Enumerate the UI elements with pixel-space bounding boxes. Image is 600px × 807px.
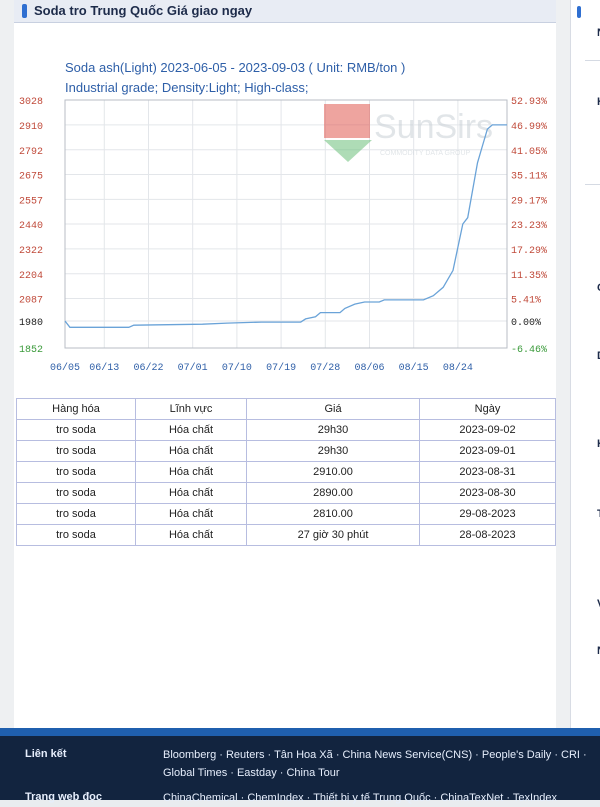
x-tick-label: 07/10 (222, 362, 252, 374)
x-tick-label: 07/01 (178, 362, 208, 374)
cell-sector: Hóa chất (135, 461, 247, 483)
y-tick-label-left: 2557 (19, 196, 43, 207)
table-header-row: Hàng hóa Lĩnh vực Giá Ngày (16, 398, 556, 420)
y-tick-label-left: 2675 (19, 171, 43, 182)
x-tick-label: 08/24 (443, 362, 473, 374)
col-header-commodity: Hàng hóa (16, 398, 136, 420)
cell-price: 2910.00 (246, 461, 420, 483)
cell-commodity: tro soda (16, 440, 136, 462)
cell-price: 29h30 (246, 440, 420, 462)
cell-date: 2023-08-30 (419, 482, 556, 504)
sidebar-divider (585, 184, 600, 185)
x-tick-label: 07/19 (266, 362, 296, 374)
x-tick-label: 06/05 (50, 362, 80, 374)
cell-commodity: tro soda (16, 503, 136, 525)
cell-date: 2023-09-02 (419, 419, 556, 441)
cell-commodity: tro soda (16, 419, 136, 441)
y-tick-label-right: 52.93% (511, 97, 547, 108)
sidebar-marker-icon (577, 6, 581, 18)
y-tick-label-right: 46.99% (511, 122, 547, 133)
cell-commodity: tro soda (16, 461, 136, 483)
watermark-tagline: COMMODITY DATA GROUP (380, 150, 471, 157)
y-tick-label-left: 1980 (19, 318, 43, 329)
cell-commodity: tro soda (16, 524, 136, 546)
table-row: tro soda Hóa chất 2910.00 2023-08-31 (16, 461, 556, 483)
y-tick-label-left: 2440 (19, 221, 43, 232)
cell-date: 29-08-2023 (419, 503, 556, 525)
page-title: Soda tro Trung Quốc Giá giao ngay (34, 3, 253, 18)
logo-block-icon (324, 104, 370, 138)
price-chart: SunSirs COMMODITY DATA GROUP 3028 52.93% 2… (19, 97, 547, 374)
col-header-date: Ngày (419, 398, 556, 420)
footer-links-line[interactable]: Bloomberg · Reuters · Tân Hoa Xã · China… (163, 746, 593, 764)
cell-price: 27 giờ 30 phút (246, 524, 420, 546)
cell-sector: Hóa chất (135, 482, 247, 504)
cell-price: 2890.00 (246, 482, 420, 504)
panel-header: Soda tro Trung Quốc Giá giao ngay (14, 0, 556, 23)
y-tick-label-left: 2792 (19, 147, 43, 158)
footer-strip (0, 728, 600, 736)
y-tick-label-left: 2087 (19, 295, 43, 306)
cell-date: 2023-09-01 (419, 440, 556, 462)
y-tick-label-right: 17.29% (511, 246, 547, 257)
cell-date: 28-08-2023 (419, 524, 556, 546)
table-row: tro soda Hóa chất 29h30 2023-09-02 (16, 419, 556, 441)
footer-links[interactable]: Bloomberg · Reuters · Tân Hoa Xã · China… (163, 746, 593, 782)
x-tick-label: 06/13 (89, 362, 119, 374)
y-tick-label-right: 11.35% (511, 271, 547, 282)
y-tick-label-right: 29.17% (511, 196, 547, 207)
y-tick-label-right: 5.41% (511, 295, 541, 306)
y-tick-label-right: 23.23% (511, 221, 547, 232)
table-row: tro soda Hóa chất 2810.00 29-08-2023 (16, 503, 556, 525)
y-tick-label-left: 1852 (19, 345, 43, 356)
table-row: tro soda Hóa chất 27 giờ 30 phút 28-08-2… (16, 524, 556, 546)
col-header-price: Giá (246, 398, 420, 420)
cell-sector: Hóa chất (135, 419, 247, 441)
footer-web-line[interactable]: ChinaChemical · ChemIndex · Thiết bị y t… (163, 789, 593, 807)
cell-price: 2810.00 (246, 503, 420, 525)
footer-links-label: Liên kết (25, 748, 67, 760)
footer-links-line[interactable]: Global Times · Eastday · China Tour (163, 764, 593, 782)
cell-sector: Hóa chất (135, 440, 247, 462)
y-tick-label-left: 2910 (19, 122, 43, 133)
footer-web-links[interactable]: ChinaChemical · ChemIndex · Thiết bị y t… (163, 789, 593, 807)
price-table: Hàng hóa Lĩnh vực Giá Ngày tro soda Hóa … (16, 398, 556, 546)
x-tick-label: 08/15 (399, 362, 429, 374)
cell-sector: Hóa chất (135, 524, 247, 546)
y-tick-label-right: 35.11% (511, 171, 547, 182)
chart-title: Soda ash(Light) 2023-06-05 - 2023-09-03 … (65, 60, 406, 75)
header-marker-icon (22, 4, 27, 18)
logo-triangle-icon (324, 140, 372, 162)
x-tick-label: 06/22 (133, 362, 163, 374)
cell-sector: Hóa chất (135, 503, 247, 525)
cell-price: 29h30 (246, 419, 420, 441)
y-tick-label-right: 41.05% (511, 147, 547, 158)
sunsirs-watermark: SunSirs COMMODITY DATA GROUP (324, 104, 493, 162)
cell-commodity: tro soda (16, 482, 136, 504)
x-tick-label: 07/28 (310, 362, 340, 374)
y-tick-label-left: 2204 (19, 271, 43, 282)
table-row: tro soda Hóa chất 2890.00 2023-08-30 (16, 482, 556, 504)
table-row: tro soda Hóa chất 29h30 2023-09-01 (16, 440, 556, 462)
cell-date: 2023-08-31 (419, 461, 556, 483)
y-tick-label-right: 0.00% (511, 318, 541, 329)
y-tick-label-left: 3028 (19, 97, 43, 108)
y-tick-label-left: 2322 (19, 246, 43, 257)
watermark-brand: SunSirs (374, 108, 493, 146)
y-tick-label-right: -6.46% (511, 345, 547, 356)
col-header-sector: Lĩnh vực (135, 398, 247, 420)
x-tick-label: 08/06 (354, 362, 384, 374)
sidebar-divider (585, 60, 600, 61)
footer-web-label: Trang web đọc (25, 791, 103, 803)
right-sidebar: N H C D K T V N (570, 0, 600, 728)
